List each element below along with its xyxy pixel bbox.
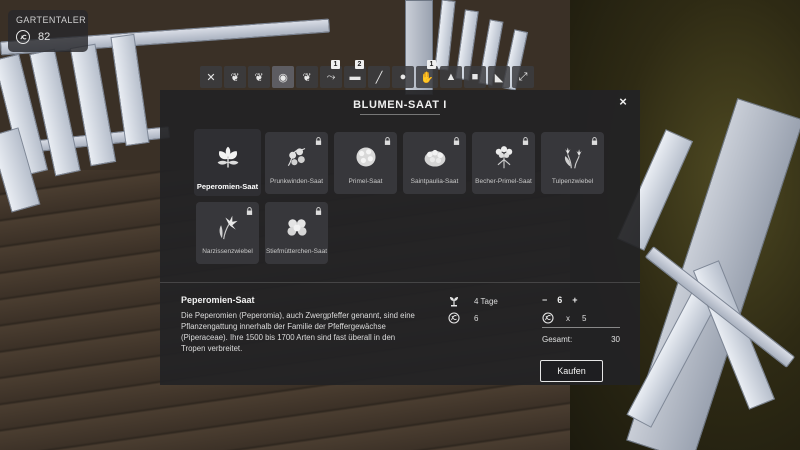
tab-seeds-2[interactable]: ❦: [248, 66, 270, 88]
seed-label: Becher-Primel-Saat: [475, 178, 532, 185]
seed-label: Saintpaulia-Saat: [410, 178, 459, 185]
unit-price-value: 5: [582, 313, 587, 323]
price-stat: 6: [448, 312, 478, 324]
buy-button[interactable]: Kaufen: [540, 360, 603, 382]
tab-shovel[interactable]: ╱: [368, 66, 390, 88]
seed-item-primel[interactable]: Primel-Saat: [334, 132, 397, 194]
lock-icon: [453, 137, 460, 145]
quantity-value: 6: [557, 295, 563, 305]
seed-shop-dialog: BLUMEN-SAAT I × Peperomien-Saat Prunkwin…: [160, 90, 640, 385]
item-description-title: Peperomien-Saat: [181, 295, 255, 305]
seed-icon: ❦: [254, 71, 264, 84]
tab-fertilizer[interactable]: ▲: [440, 66, 462, 88]
lock-icon: [315, 137, 322, 145]
lock-icon: [522, 137, 529, 145]
lock-icon: [384, 137, 391, 145]
quantity-stepper: − 6 +: [542, 295, 578, 305]
seed-label: Stiefmütterchen-Saat: [265, 248, 328, 255]
fence-picket: [434, 0, 456, 71]
grow-time-stat: 4 Tage: [448, 295, 498, 307]
morning-glory-icon: [287, 147, 305, 167]
tab-hand[interactable]: ✋ 1: [416, 60, 438, 88]
tab-box[interactable]: ■: [464, 66, 486, 88]
total-row: Gesamt: 30: [542, 335, 620, 344]
seed-item-stiefmuetterchen[interactable]: Stiefmütterchen-Saat: [265, 202, 328, 264]
close-button[interactable]: ×: [616, 95, 630, 109]
seed-item-becher-primel[interactable]: Becher-Primel-Saat: [472, 132, 535, 194]
seed-item-tulpenzwiebel[interactable]: Tulpenzwiebel: [541, 132, 604, 194]
currency-display: GARTENTALER 82: [8, 10, 88, 52]
lock-icon: [591, 137, 598, 145]
multiply-sign: x: [566, 313, 570, 323]
tab-watering[interactable]: ⤳ 1: [320, 60, 342, 88]
seed-item-prunkwinden[interactable]: Prunkwinden-Saat: [265, 132, 328, 194]
bag-icon: ●: [399, 71, 407, 83]
total-divider: [542, 327, 620, 328]
eye-seed-icon: ◉: [278, 71, 288, 84]
african-violet-icon: [424, 149, 445, 167]
seed-icon: ❦: [230, 71, 240, 84]
wheelbarrow-icon: ◣: [494, 71, 504, 84]
coin-icon: [448, 312, 460, 324]
tab-badge: 2: [355, 60, 364, 69]
increase-button[interactable]: +: [572, 295, 577, 305]
expand-icon: ⤢: [518, 70, 528, 83]
price-value: 6: [474, 313, 479, 323]
total-value: 30: [611, 335, 620, 344]
tab-badge: 1: [331, 60, 340, 69]
tools-icon: ✕: [206, 71, 216, 84]
watering-icon: ⤳: [326, 70, 336, 83]
decrease-button[interactable]: −: [542, 295, 547, 305]
category-tab-bar: ✕ ❦ ❦ ◉ ❦ ⤳ 1 ▬ 2 ╱ ● ✋ 1 ▲ ■ ◣ ⤢: [200, 60, 552, 88]
total-label: Gesamt:: [542, 335, 573, 344]
seed-item-saintpaulia[interactable]: Saintpaulia-Saat: [403, 132, 466, 194]
coin-icon: [16, 30, 30, 44]
daffodil-icon: [219, 215, 238, 240]
lock-icon: [246, 207, 253, 215]
item-description-text: Die Peperomien (Peperomia), auch Zwergpf…: [181, 311, 415, 353]
tab-tools[interactable]: ✕: [200, 66, 222, 88]
seed-label: Prunkwinden-Saat: [269, 178, 324, 185]
seed-item-narzissenzwiebel[interactable]: Narzissenzwiebel: [196, 202, 259, 264]
primrose-icon: [355, 147, 376, 167]
tab-badge: 1: [427, 60, 436, 69]
tab-wheelbarrow[interactable]: ◣: [488, 66, 510, 88]
seed-grid: Peperomien-Saat Prunkwinden-Saat Primel-…: [194, 129, 616, 264]
seed-label: Peperomien-Saat: [196, 182, 259, 191]
fertilizer-icon: ▲: [445, 71, 457, 83]
tab-bag[interactable]: ●: [392, 66, 414, 88]
tab-seeds-3[interactable]: ❦: [296, 66, 318, 88]
lock-icon: [315, 207, 322, 215]
tab-seeds-1[interactable]: ❦: [224, 66, 246, 88]
currency-amount: 82: [38, 31, 51, 43]
box-icon: ■: [471, 71, 479, 83]
grow-time-value: 4 Tage: [474, 296, 498, 306]
coin-icon: [542, 312, 554, 324]
section-divider: [160, 282, 640, 283]
fence-picket: [110, 33, 150, 147]
tab-flower-seeds[interactable]: ◉: [272, 66, 294, 88]
seed-icon: ❦: [302, 71, 312, 84]
tulip-icon: [564, 147, 582, 169]
tab-shelf[interactable]: ▬ 2: [344, 60, 366, 88]
tab-expand[interactable]: ⤢: [512, 66, 534, 88]
leaves-icon: [217, 146, 238, 168]
fence-picket: [69, 43, 117, 167]
seed-item-peperomien[interactable]: Peperomien-Saat: [194, 129, 261, 196]
unit-price-row: x 5: [542, 312, 586, 324]
shovel-icon: ╱: [375, 71, 383, 84]
sprout-icon: [450, 297, 458, 307]
pansy-icon: [286, 219, 307, 236]
cup-primrose-icon: [495, 146, 512, 169]
hand-icon: ✋: [420, 71, 434, 84]
dialog-title: BLUMEN-SAAT I: [353, 99, 447, 111]
currency-title: GARTENTALER: [16, 15, 87, 25]
seed-label: Narzissenzwiebel: [202, 248, 253, 255]
seed-label: Primel-Saat: [348, 178, 383, 185]
shelf-icon: ▬: [349, 71, 361, 83]
title-underline: [360, 114, 440, 115]
seed-label: Tulpenzwiebel: [551, 178, 594, 185]
